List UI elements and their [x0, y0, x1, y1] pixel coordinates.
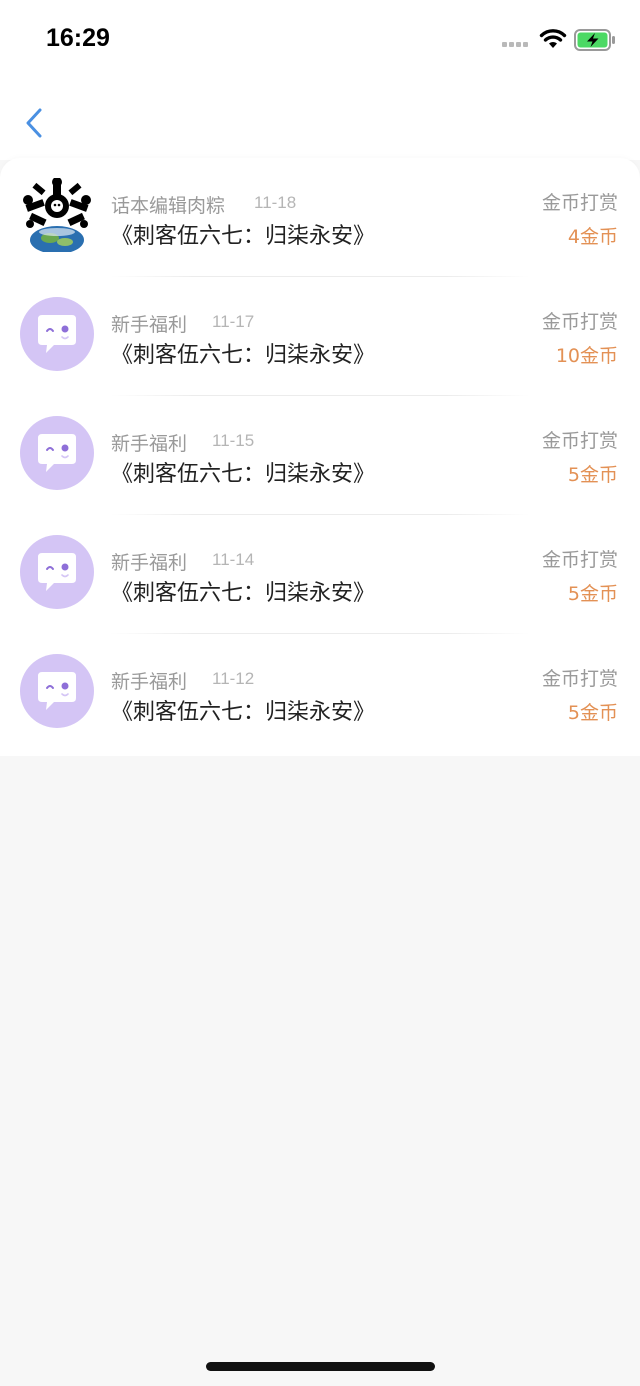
book-title: 《刺客伍六七：归柒永安》 — [111, 224, 376, 249]
custom-avatar — [20, 178, 94, 252]
battery-charging-icon — [574, 29, 615, 51]
reward-row[interactable]: 新手福利 11-15 《刺客伍六七：归柒永安》 金币打赏 5金币 — [0, 396, 640, 515]
reward-amount: 4金币 — [567, 226, 618, 248]
chat-bubble-icon — [20, 535, 94, 609]
home-indicator[interactable] — [206, 1362, 435, 1371]
reward-type-label: 金币打赏 — [541, 311, 618, 333]
reward-type-label: 金币打赏 — [541, 549, 618, 571]
sender-name: 新手福利 — [111, 671, 188, 693]
chat-bubble-icon — [20, 297, 94, 371]
wifi-icon — [539, 29, 567, 48]
reward-row[interactable]: 话本编辑肉粽 11-18 《刺客伍六七：归柒永安》 金币打赏 4金币 — [0, 158, 640, 277]
reward-date: 11-14 — [212, 550, 255, 569]
book-title: 《刺客伍六七：归柒永安》 — [111, 343, 376, 368]
book-title: 《刺客伍六七：归柒永安》 — [111, 700, 376, 725]
reward-type-label: 金币打赏 — [541, 668, 618, 690]
signal-dots-icon — [502, 42, 528, 47]
reward-amount: 5金币 — [567, 583, 618, 605]
status-bar: 16:29 — [0, 0, 640, 80]
reward-date: 11-18 — [254, 193, 297, 212]
status-time: 16:29 — [46, 24, 110, 52]
back-chevron-icon[interactable] — [22, 106, 50, 140]
reward-type-label: 金币打赏 — [541, 430, 618, 452]
reward-row[interactable]: 新手福利 11-17 《刺客伍六七：归柒永安》 金币打赏 10金币 — [0, 277, 640, 396]
sender-name: 新手福利 — [111, 314, 188, 336]
sender-name: 新手福利 — [111, 552, 188, 574]
reward-date: 11-17 — [212, 312, 255, 331]
reward-date: 11-12 — [212, 669, 255, 688]
reward-amount: 10金币 — [555, 345, 618, 367]
reward-list: 话本编辑肉粽 11-18 《刺客伍六七：归柒永安》 金币打赏 4金币 新手福利 … — [0, 158, 640, 756]
chat-bubble-icon — [20, 416, 94, 490]
nav-bar — [0, 80, 640, 160]
sender-name: 话本编辑肉粽 — [111, 195, 226, 217]
reward-row[interactable]: 新手福利 11-12 《刺客伍六七：归柒永安》 金币打赏 5金币 — [0, 634, 640, 753]
reward-type-label: 金币打赏 — [541, 192, 618, 214]
reward-amount: 5金币 — [567, 464, 618, 486]
reward-row[interactable]: 新手福利 11-14 《刺客伍六七：归柒永安》 金币打赏 5金币 — [0, 515, 640, 634]
book-title: 《刺客伍六七：归柒永安》 — [111, 462, 376, 487]
reward-date: 11-15 — [212, 431, 255, 450]
sender-name: 新手福利 — [111, 433, 188, 455]
reward-amount: 5金币 — [567, 702, 618, 724]
book-title: 《刺客伍六七：归柒永安》 — [111, 581, 376, 606]
chat-bubble-icon — [20, 654, 94, 728]
